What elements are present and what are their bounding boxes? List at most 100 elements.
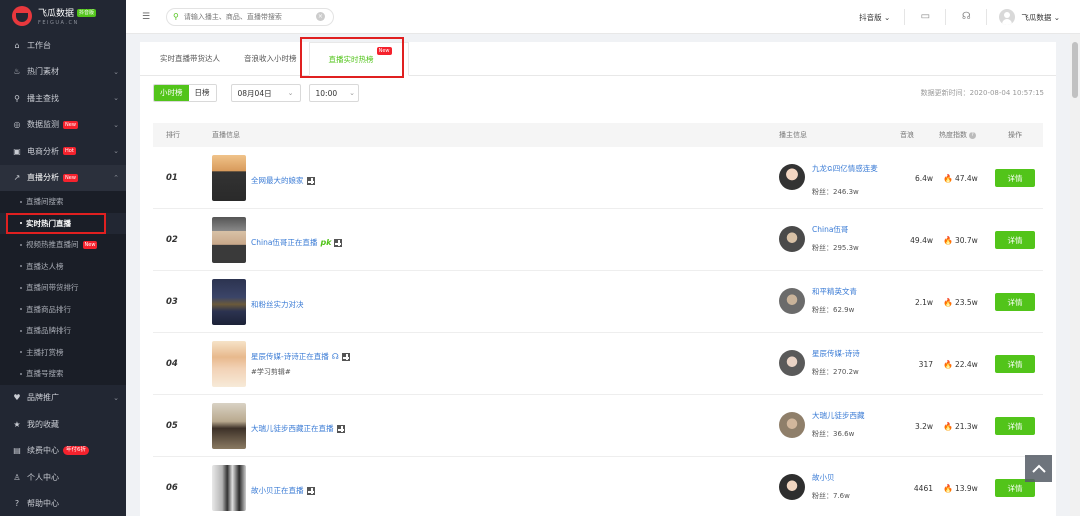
sidebar-subitem-video-hot-live[interactable]: 视频热推直播间 New [0, 234, 126, 256]
table-row: 02 China伍哥正在直播 pk China伍哥 粉丝：295.3w 49.4w… [153, 209, 1043, 271]
live-title[interactable]: 星辰传媒-诗诗正在直播 ☊ [251, 351, 350, 362]
anchor-name[interactable]: 九龙𝕼四亿情感连麦 [812, 164, 884, 174]
time-select[interactable]: 10:00 ⌄ [308, 84, 359, 102]
sidebar-item-favorites[interactable]: ★ 我的收藏 [0, 411, 126, 438]
live-cover-thumbnail[interactable] [212, 279, 246, 325]
anchor-name[interactable]: 星辰传媒-诗诗 [812, 349, 884, 359]
anchor-name[interactable]: China伍哥 [812, 225, 884, 235]
anchor-avatar[interactable] [779, 288, 805, 314]
sidebar-subitem-tip-rank[interactable]: 主播打赏榜 [0, 341, 126, 363]
live-cover-thumbnail[interactable] [212, 217, 246, 263]
sidebar-subitem-live-brand-rank[interactable]: 直播品牌排行 [0, 320, 126, 342]
sidebar-subitem-live-account-search[interactable]: 直播号搜索 [0, 363, 126, 385]
live-title[interactable]: 全网最大的娘家 [251, 175, 315, 186]
daily-option[interactable]: 日榜 [188, 85, 216, 101]
anchor-fans: 粉丝：246.3w [812, 188, 859, 196]
anchor-avatar[interactable] [779, 226, 805, 252]
table-row: 03 和粉丝实力对决 和平精英文青 粉丝：62.9w 2.1w 🔥 23.5w 详… [153, 271, 1043, 333]
tab-realtime-hot-list[interactable]: 直播实时热榜 New [308, 42, 409, 76]
rank-number: 03 [166, 296, 178, 307]
anchor-name[interactable]: 和平精英文青 [812, 287, 884, 297]
logo[interactable]: 飞瓜数据 抖音版 FEIGUA.CN [0, 0, 126, 32]
sidebar-subitem-live-product-rank[interactable]: 直播商品排行 [0, 298, 126, 320]
sidebar-item-live-analysis[interactable]: ↗ 直播分析 New ⌃ [0, 164, 126, 191]
anchor-name[interactable]: 大瑞儿徒步西藏 [812, 411, 884, 421]
detail-button[interactable]: 详情 [995, 417, 1035, 435]
subitem-label: 直播商品排行 [26, 304, 71, 314]
date-select[interactable]: 08月04日 ⌄ [230, 84, 301, 102]
sidebar: 飞瓜数据 抖音版 FEIGUA.CN ⌂ 工作台 ♨ 热门素材 ⌄ ⚲ 播主查找 … [0, 0, 126, 516]
sidebar-item-renew[interactable]: ▤ 续费中心 年付6折 [0, 438, 126, 465]
live-title[interactable]: China伍哥正在直播 pk [251, 237, 343, 248]
tab-label: 音浪收入小时榜 [244, 53, 297, 63]
time-value: 10:00 [315, 88, 338, 98]
sidebar-subitem-realtime-hot-live[interactable]: 实时热门直播 [6, 212, 106, 234]
tab-hourly-income[interactable]: 音浪收入小时榜 [232, 41, 309, 75]
live-title[interactable]: 和粉丝实力对决 [251, 299, 304, 310]
detail-button[interactable]: 详情 [995, 355, 1035, 373]
qrcode-icon[interactable] [306, 176, 315, 185]
sidebar-item-anchor-search[interactable]: ⚲ 播主查找 ⌄ [0, 85, 126, 112]
detail-button[interactable]: 详情 [995, 169, 1035, 187]
sidebar-item-hot-material[interactable]: ♨ 热门素材 ⌄ [0, 59, 126, 86]
chevron-down-icon: ⌄ [287, 89, 294, 97]
sidebar-item-help[interactable]: ? 帮助中心 [0, 491, 126, 516]
page-scrollbar[interactable] [1070, 34, 1080, 516]
detail-button[interactable]: 详情 [995, 293, 1035, 311]
rank-number: 06 [166, 482, 178, 493]
anchor-fans: 粉丝：7.6w [812, 492, 850, 500]
live-cover-thumbnail[interactable] [212, 403, 246, 449]
tab-realtime-sales-talent[interactable]: 实时直播带货达人 [148, 41, 232, 75]
pk-icon: pk [320, 238, 332, 247]
anchor-name[interactable]: 故小贝 [812, 473, 884, 483]
sidebar-item-ecommerce[interactable]: ▣ 电商分析 Hot ⌄ [0, 138, 126, 165]
chart-monitor-icon[interactable]: ▭ [917, 9, 933, 25]
live-cover-thumbnail[interactable] [212, 465, 246, 511]
sidebar-item-brand-promo[interactable]: ♥ 品牌推广 ⌄ [0, 385, 126, 412]
anchor-avatar[interactable] [779, 412, 805, 438]
anchor-avatar[interactable] [779, 350, 805, 376]
sidebar-item-data-monitor[interactable]: ◎ 数据监测 New ⌄ [0, 112, 126, 139]
hourly-option[interactable]: 小时榜 [154, 85, 189, 101]
help-icon[interactable]: ? [969, 131, 976, 139]
menu-toggle-icon[interactable]: ☰ [142, 12, 162, 22]
sidebar-subitem-live-room-search[interactable]: 直播间搜索 [0, 191, 126, 213]
flame-icon: 🔥 [943, 298, 953, 307]
sidebar-item-profile[interactable]: ♙ 个人中心 [0, 464, 126, 491]
col-rank: 排行 [166, 131, 180, 139]
heat-value: 21.3w [954, 422, 978, 431]
tab-label: 直播实时热榜 [328, 54, 374, 64]
detail-button[interactable]: 详情 [995, 231, 1035, 249]
date-value: 08月04日 [237, 88, 272, 98]
anchor-avatar[interactable] [779, 164, 805, 190]
flame-icon: 🔥 [943, 422, 953, 431]
search-input[interactable] [183, 12, 316, 21]
search-box[interactable]: ⚲ × [166, 7, 334, 26]
clear-icon[interactable]: × [315, 12, 325, 21]
qrcode-icon[interactable] [341, 352, 350, 361]
live-title[interactable]: 故小贝正在直播 [251, 485, 315, 496]
monitor-icon: ◎ [13, 120, 21, 130]
logo-icon [12, 6, 32, 26]
update-time: 数据更新时间：2020-08-04 10:57:15 [920, 89, 1044, 97]
anchor-avatar[interactable] [779, 474, 805, 500]
live-cover-thumbnail[interactable] [212, 155, 246, 201]
live-title[interactable]: 大瑞儿徒步西藏正在直播 [251, 423, 345, 434]
username: 飞瓜数据 [1021, 12, 1052, 22]
subitem-label: 直播号搜索 [26, 369, 64, 379]
sidebar-subitem-live-talent-rank[interactable]: 直播达人榜 [0, 255, 126, 277]
plays-value: 6.4w [914, 174, 933, 183]
qrcode-icon[interactable] [336, 424, 345, 433]
headset-icon[interactable]: ☊ [958, 9, 974, 25]
sidebar-subitem-live-sales-rank[interactable]: 直播间带货排行 [0, 277, 126, 299]
qrcode-icon[interactable] [306, 486, 315, 495]
platform-switch[interactable]: 抖音版 ⌄ [859, 12, 890, 23]
user-menu[interactable]: 飞瓜数据 ⌄ [1021, 12, 1060, 23]
sidebar-item-workbench[interactable]: ⌂ 工作台 [0, 32, 126, 59]
live-cover-thumbnail[interactable] [212, 341, 246, 387]
scrollbar-thumb[interactable] [1072, 42, 1078, 98]
qrcode-icon[interactable] [334, 238, 343, 247]
sidebar-item-label: 品牌推广 [27, 393, 59, 403]
avatar[interactable] [999, 9, 1016, 25]
back-to-top-button[interactable] [1025, 455, 1052, 482]
